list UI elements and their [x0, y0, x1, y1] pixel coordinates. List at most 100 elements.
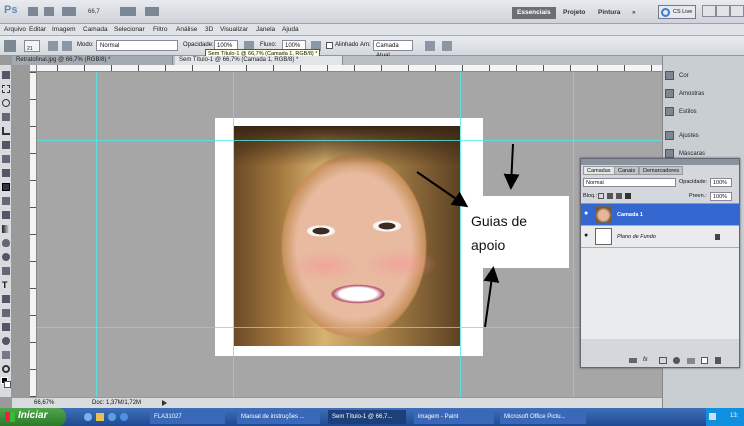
dock-item-cor[interactable]: Cor: [665, 68, 689, 84]
task-paint[interactable]: imagem - Paint: [414, 410, 494, 424]
layer-row-plano-de-fundo[interactable]: ● Plano de Fundo: [581, 226, 739, 248]
bridge-icon[interactable]: [28, 7, 38, 16]
marquee-tool-icon[interactable]: [2, 85, 10, 93]
move-tool-icon[interactable]: [2, 71, 10, 79]
aligned-checkbox[interactable]: [326, 42, 333, 49]
quicklaunch-icon[interactable]: [84, 413, 92, 421]
ignore-adjustment-icon[interactable]: [425, 41, 435, 51]
visibility-eye-icon[interactable]: ●: [584, 232, 591, 239]
workspace-pintura-button[interactable]: Pintura: [598, 7, 620, 19]
sample-select[interactable]: Camada Atual: [373, 40, 413, 59]
more-workspaces-button[interactable]: »: [632, 7, 636, 19]
document-canvas[interactable]: Guias de apoio: [37, 72, 662, 397]
quicklaunch-icon[interactable]: [120, 413, 128, 421]
tray-icon[interactable]: [709, 413, 716, 420]
lock-position-icon[interactable]: [616, 193, 622, 199]
eyedropper-tool-icon[interactable]: [2, 141, 10, 149]
layers-panel-header[interactable]: [581, 159, 739, 165]
layer-row-camada-1[interactable]: ● Camada 1: [581, 204, 739, 226]
adjustment-layer-icon[interactable]: [673, 357, 680, 364]
ruler-origin[interactable]: [30, 65, 37, 72]
layer-name[interactable]: Plano de Fundo: [617, 234, 656, 240]
zoom-tool-icon[interactable]: [2, 365, 10, 373]
3d-rotate-tool-icon[interactable]: [2, 323, 10, 331]
lock-all-icon[interactable]: [625, 193, 631, 199]
shape-tool-icon[interactable]: [2, 309, 10, 317]
menu-analise[interactable]: Análise: [176, 24, 197, 36]
task-fla31027[interactable]: FLA31027: [150, 410, 225, 424]
quicklaunch-icon[interactable]: [96, 413, 104, 421]
pressure-size-icon[interactable]: [442, 41, 452, 51]
lasso-tool-icon[interactable]: [2, 99, 10, 107]
type-tool-icon[interactable]: T: [2, 281, 10, 290]
delete-layer-icon[interactable]: [715, 357, 721, 364]
cs-live-button[interactable]: CS Live: [658, 5, 696, 19]
brush-preset-picker[interactable]: 21: [24, 40, 40, 52]
arrange-documents-icon[interactable]: [120, 7, 136, 16]
menu-filtro[interactable]: Filtro: [153, 24, 167, 36]
new-group-icon[interactable]: [687, 358, 695, 364]
pen-tool-icon[interactable]: [2, 267, 10, 275]
gradient-tool-icon[interactable]: [2, 225, 10, 233]
screen-mode-icon[interactable]: [145, 7, 159, 16]
task-manual[interactable]: Manual de instruções ...: [237, 410, 320, 424]
quick-selection-tool-icon[interactable]: [2, 113, 10, 121]
layer-style-icon[interactable]: fx: [643, 357, 648, 363]
menu-janela[interactable]: Janela: [256, 24, 275, 36]
dodge-tool-icon[interactable]: [2, 253, 10, 261]
background-color-swatch[interactable]: [4, 381, 11, 388]
menu-camada[interactable]: Camada: [83, 24, 108, 36]
crop-tool-icon[interactable]: [2, 127, 10, 135]
clone-source-icon[interactable]: [62, 41, 72, 51]
close-button[interactable]: [730, 5, 744, 17]
tab-retratofinal[interactable]: Retratofinal.jpg @ 66,7% (RGB/8) *: [12, 56, 173, 65]
menu-visualizar[interactable]: Visualizar: [220, 24, 248, 36]
dock-item-estilos[interactable]: Estilos: [665, 104, 697, 120]
mode-select[interactable]: Normal: [96, 40, 178, 51]
visibility-eye-icon[interactable]: ●: [584, 210, 591, 217]
lock-pixels-icon[interactable]: [607, 193, 613, 199]
blur-tool-icon[interactable]: [2, 239, 10, 247]
workspace-projeto-button[interactable]: Projeto: [563, 7, 585, 19]
menu-editar[interactable]: Editar: [29, 24, 46, 36]
tab-demarcadores[interactable]: Demarcadores: [639, 166, 684, 175]
menu-selecionar[interactable]: Selecionar: [114, 24, 145, 36]
clone-stamp-tool-icon[interactable]: [2, 183, 10, 191]
tab-sem-titulo[interactable]: Sem Título-1 @ 66,7% (Camada 1, RGB/8) *: [175, 56, 343, 65]
history-brush-tool-icon[interactable]: [2, 197, 10, 205]
healing-brush-tool-icon[interactable]: [2, 155, 10, 163]
blend-mode-select[interactable]: Normal: [583, 178, 676, 187]
maximize-button[interactable]: [716, 5, 730, 17]
layer-opacity-input[interactable]: 100%: [710, 178, 732, 187]
minimize-button[interactable]: [702, 5, 716, 17]
status-menu-arrow-icon[interactable]: [162, 400, 167, 406]
path-selection-tool-icon[interactable]: [2, 295, 10, 303]
menu-arquivo[interactable]: Arquivo: [4, 24, 26, 36]
add-mask-icon[interactable]: [659, 357, 667, 364]
3d-orbit-tool-icon[interactable]: [2, 337, 10, 345]
menu-imagem[interactable]: Imagem: [52, 24, 75, 36]
dock-item-amostras[interactable]: Amostras: [665, 86, 704, 102]
menu-ajuda[interactable]: Ajuda: [282, 24, 299, 36]
menu-3d[interactable]: 3D: [205, 24, 213, 36]
layer-name[interactable]: Camada 1: [617, 212, 643, 218]
dock-item-ajustes[interactable]: Ajustes: [665, 128, 699, 144]
zoom-level-dropdown[interactable]: 66,7: [88, 9, 100, 15]
status-zoom[interactable]: 66,67%: [34, 400, 54, 406]
fill-input[interactable]: 100%: [710, 192, 732, 201]
new-layer-icon[interactable]: [701, 357, 708, 364]
link-layers-icon[interactable]: [629, 358, 637, 363]
clone-stamp-tool-icon[interactable]: [4, 40, 16, 52]
tab-canais[interactable]: Canais: [614, 166, 640, 175]
task-office-picture[interactable]: Microsoft Office Pictu...: [500, 410, 586, 424]
brush-tool-icon[interactable]: [2, 169, 10, 177]
lock-transparency-icon[interactable]: [598, 193, 604, 199]
view-extras-icon[interactable]: [62, 7, 76, 16]
eraser-tool-icon[interactable]: [2, 211, 10, 219]
workspace-essenciais-button[interactable]: Essenciais: [512, 7, 556, 19]
task-sem-titulo[interactable]: Sem Título-1 @ 66,7...: [328, 410, 406, 424]
hand-tool-icon[interactable]: [2, 351, 10, 359]
quicklaunch-icon[interactable]: [108, 413, 116, 421]
brush-panel-icon[interactable]: [48, 41, 58, 51]
tab-camadas[interactable]: Camadas: [583, 166, 615, 175]
